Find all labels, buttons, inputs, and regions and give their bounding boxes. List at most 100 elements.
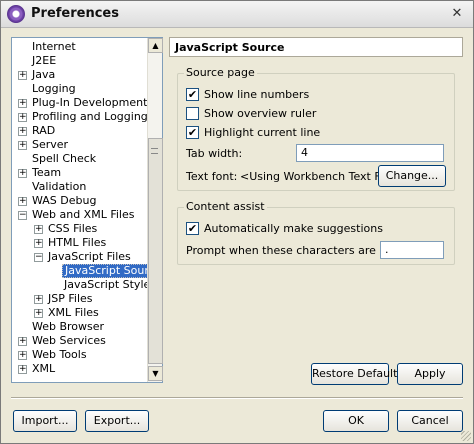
tree-item[interactable]: + HTML Files [12, 236, 148, 250]
tree-item-label[interactable]: JSP Files [46, 292, 95, 306]
prompt-characters-input[interactable]: . [380, 241, 444, 259]
ok-button[interactable]: OK [323, 410, 389, 432]
expand-icon[interactable]: + [18, 71, 27, 80]
resize-grip-icon[interactable] [461, 431, 471, 441]
tree-item[interactable]: − Web and XML Files [12, 208, 148, 222]
scroll-up-button[interactable]: ▲ [148, 38, 163, 53]
footer-separator [11, 397, 463, 399]
tree-item-label[interactable]: Server [30, 138, 70, 152]
tree-item-label[interactable]: Team [30, 166, 63, 180]
tree-item[interactable]: J2EE [12, 54, 148, 68]
tree-item[interactable]: + Server [12, 138, 148, 152]
tree-item-label[interactable]: CSS Files [46, 222, 99, 236]
text-font-label: Text font: [186, 170, 238, 183]
scroll-grip-icon [151, 148, 158, 154]
tree-item[interactable]: + XML [12, 362, 148, 376]
expand-icon[interactable]: + [34, 309, 43, 318]
highlight-current-line-label[interactable]: Highlight current line [204, 126, 320, 139]
tab-width-input[interactable]: 4 [296, 144, 444, 162]
tree-item[interactable]: + Plug-In Development [12, 96, 148, 110]
auto-suggest-checkbox[interactable]: ✔ [186, 222, 199, 235]
auto-suggest-label[interactable]: Automatically make suggestions [204, 222, 383, 235]
restore-defaults-button[interactable]: Restore Defaults [311, 363, 403, 385]
tree-item[interactable]: + Web Tools [12, 348, 148, 362]
preferences-tree: Internet J2EE + Java Logging + Plug-In Develop… [11, 37, 163, 383]
tree-item[interactable]: − JavaScript Files [12, 250, 148, 264]
content-assist-group: Content assist ✔ Automatically make sugg… [177, 200, 455, 265]
tree-item-label[interactable]: Spell Check [30, 152, 98, 166]
collapse-icon[interactable]: − [18, 211, 27, 220]
show-overview-ruler-checkbox[interactable] [186, 107, 199, 120]
tree-item-label[interactable]: XML Files [46, 306, 101, 320]
expand-icon[interactable]: + [18, 197, 27, 206]
tree-item-label[interactable]: JavaScript Files [46, 250, 133, 264]
import-button[interactable]: Import... [13, 410, 77, 432]
tree-item[interactable]: + XML Files [12, 306, 148, 320]
tree-item-label[interactable]: Web Tools [30, 348, 89, 362]
tree-item[interactable]: Logging [12, 82, 148, 96]
tree-item-label[interactable]: RAD [30, 124, 57, 138]
tree-item[interactable]: + Web Services [12, 334, 148, 348]
tree-item-label[interactable]: Web Services [30, 334, 108, 348]
expand-icon[interactable]: + [18, 113, 27, 122]
window-title: Preferences [31, 6, 119, 21]
tree-item-label[interactable]: J2EE [30, 54, 58, 68]
show-line-numbers-checkbox[interactable]: ✔ [186, 88, 199, 101]
expand-icon[interactable]: + [18, 141, 27, 150]
cancel-button[interactable]: Cancel [397, 410, 463, 432]
expand-icon[interactable]: + [18, 127, 27, 136]
tree-item[interactable]: + Java [12, 68, 148, 82]
tree-item-label[interactable]: XML [30, 362, 57, 376]
scroll-thumb[interactable] [148, 138, 163, 364]
tree-item[interactable]: + Team [12, 166, 148, 180]
expand-icon[interactable]: + [34, 239, 43, 248]
apply-button[interactable]: Apply [397, 363, 463, 385]
expand-icon[interactable]: + [18, 99, 27, 108]
tree-item[interactable]: + WAS Debug [12, 194, 148, 208]
tree-item[interactable]: JavaScript Source [12, 264, 148, 278]
tree-item-label[interactable]: Internet [30, 40, 78, 54]
tree-item-label[interactable]: WAS Debug [30, 194, 98, 208]
highlight-current-line-checkbox[interactable]: ✔ [186, 126, 199, 139]
tree-item-label[interactable]: JavaScript Styles [62, 278, 148, 292]
tree-item-label[interactable]: Web Browser [30, 320, 106, 334]
preferences-window: Preferences ✕ Internet J2EE + Java Logging + P… [0, 0, 474, 444]
source-page-group: Source page ✔ Show line numbers Show ove… [177, 66, 455, 191]
app-icon [7, 5, 25, 23]
tree-item[interactable]: Web Browser [12, 320, 148, 334]
tree-item-label[interactable]: Validation [30, 180, 88, 194]
export-button[interactable]: Export... [85, 410, 149, 432]
tree-item-label[interactable]: Web and XML Files [30, 208, 136, 222]
tree-item-label[interactable]: HTML Files [46, 236, 108, 250]
page-title: JavaScript Source [175, 41, 285, 54]
tree-item-label[interactable]: Profiling and Logging [30, 110, 148, 124]
tree-scrollbar[interactable]: ▲ ▼ [147, 38, 163, 382]
expand-icon[interactable]: + [34, 225, 43, 234]
close-icon[interactable]: ✕ [449, 6, 465, 22]
tree-rows: Internet J2EE + Java Logging + Plug-In Develop… [12, 38, 148, 382]
tree-item[interactable]: Spell Check [12, 152, 148, 166]
tree-item[interactable]: + RAD [12, 124, 148, 138]
show-overview-ruler-label[interactable]: Show overview ruler [204, 107, 316, 120]
title-bar[interactable]: Preferences ✕ [1, 1, 473, 28]
tree-item-label[interactable]: Java [30, 68, 57, 82]
tree-item[interactable]: + Profiling and Logging [12, 110, 148, 124]
expand-icon[interactable]: + [18, 337, 27, 346]
change-font-button[interactable]: Change... [378, 165, 446, 187]
tree-item[interactable]: Internet [12, 40, 148, 54]
tree-item-label[interactable]: Logging [30, 82, 78, 96]
expand-icon[interactable]: + [18, 351, 27, 360]
show-line-numbers-label[interactable]: Show line numbers [204, 88, 309, 101]
tree-item[interactable]: + CSS Files [12, 222, 148, 236]
tree-item[interactable]: + JSP Files [12, 292, 148, 306]
tree-item-label[interactable]: JavaScript Source [62, 264, 148, 278]
tree-item[interactable]: Validation [12, 180, 148, 194]
scroll-down-button[interactable]: ▼ [148, 366, 163, 381]
tab-width-label: Tab width: [186, 147, 243, 160]
collapse-icon[interactable]: − [34, 253, 43, 262]
tree-item-label[interactable]: Plug-In Development [30, 96, 148, 110]
expand-icon[interactable]: + [18, 169, 27, 178]
expand-icon[interactable]: + [34, 295, 43, 304]
tree-item[interactable]: JavaScript Styles [12, 278, 148, 292]
expand-icon[interactable]: + [18, 365, 27, 374]
